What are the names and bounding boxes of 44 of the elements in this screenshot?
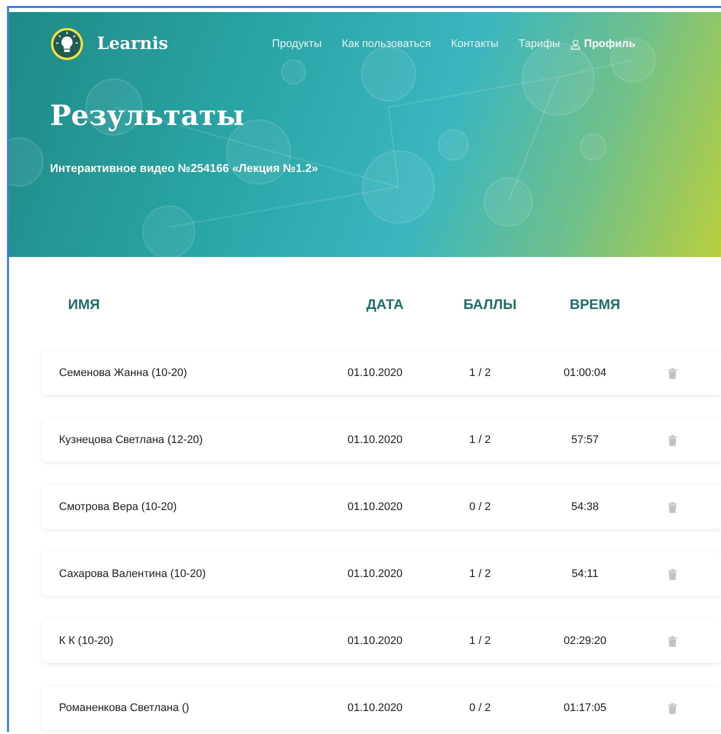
time-cell-text: 54:11 — [570, 568, 600, 580]
trash-icon[interactable] — [668, 702, 677, 714]
time-cell-text: 57:57 — [570, 434, 600, 446]
column-header: БАЛЛЫ — [462, 296, 518, 312]
time-cell-text: 54:38 — [570, 501, 600, 513]
time-cell-text: 01:00:04 — [562, 367, 608, 379]
trash-icon[interactable] — [668, 636, 677, 646]
lightbulb-logo-icon[interactable] — [50, 27, 84, 61]
name-cell-text: Семенова Жанна (10-20) — [59, 367, 188, 379]
trash-icon[interactable] — [668, 368, 677, 378]
name-cell-text: Кузнецова Светлана (12-20) — [59, 434, 204, 446]
trash-icon[interactable] — [668, 434, 677, 446]
nav-link[interactable]: Продукты — [272, 38, 322, 50]
column-header: ВРЕМЯ — [568, 296, 622, 312]
nav-link[interactable]: Тарифы — [518, 38, 560, 50]
page-title: Результаты — [50, 99, 246, 132]
column-header: ДАТА — [365, 296, 405, 312]
score-cell-text: 0 / 2 — [468, 501, 492, 513]
column-header: ИМЯ — [68, 296, 101, 312]
time-cell-text: 02:29:20 — [562, 635, 608, 647]
score-cell-text: 1 / 2 — [468, 635, 492, 647]
nav-link[interactable]: Как пользоваться — [342, 38, 431, 50]
name-cell-text: Сахарова Валентина (10-20) — [59, 568, 207, 580]
brand-name[interactable]: Learnis — [97, 34, 168, 54]
nav-link[interactable]: Контакты — [450, 38, 498, 50]
user-icon — [570, 38, 582, 50]
trash-icon[interactable] — [668, 502, 677, 512]
name-cell-text: К К (10-20) — [59, 635, 114, 647]
name-cell-text: Смотрова Вера (10-20) — [59, 501, 178, 513]
page-subtitle: Интерактивное видео №254166 «Лекция №1.2» — [50, 163, 320, 175]
score-cell-text: 1 / 2 — [468, 568, 492, 580]
date-cell-text: 01.10.2020 — [346, 367, 404, 379]
score-cell-text: 1 / 2 — [468, 434, 492, 446]
profile-link[interactable]: Профиль — [570, 38, 636, 50]
date-cell-text: 01.10.2020 — [346, 702, 404, 714]
date-cell-text: 01.10.2020 — [346, 434, 404, 446]
score-cell-text: 1 / 2 — [468, 367, 492, 379]
name-cell-text: Романенкова Светлана () — [59, 702, 190, 714]
date-cell-text: 01.10.2020 — [346, 635, 404, 647]
date-cell-text: 01.10.2020 — [346, 501, 404, 513]
trash-icon[interactable] — [668, 568, 677, 580]
date-cell-text: 01.10.2020 — [346, 568, 404, 580]
time-cell-text: 01:17:05 — [562, 702, 608, 714]
score-cell-text: 0 / 2 — [468, 702, 492, 714]
